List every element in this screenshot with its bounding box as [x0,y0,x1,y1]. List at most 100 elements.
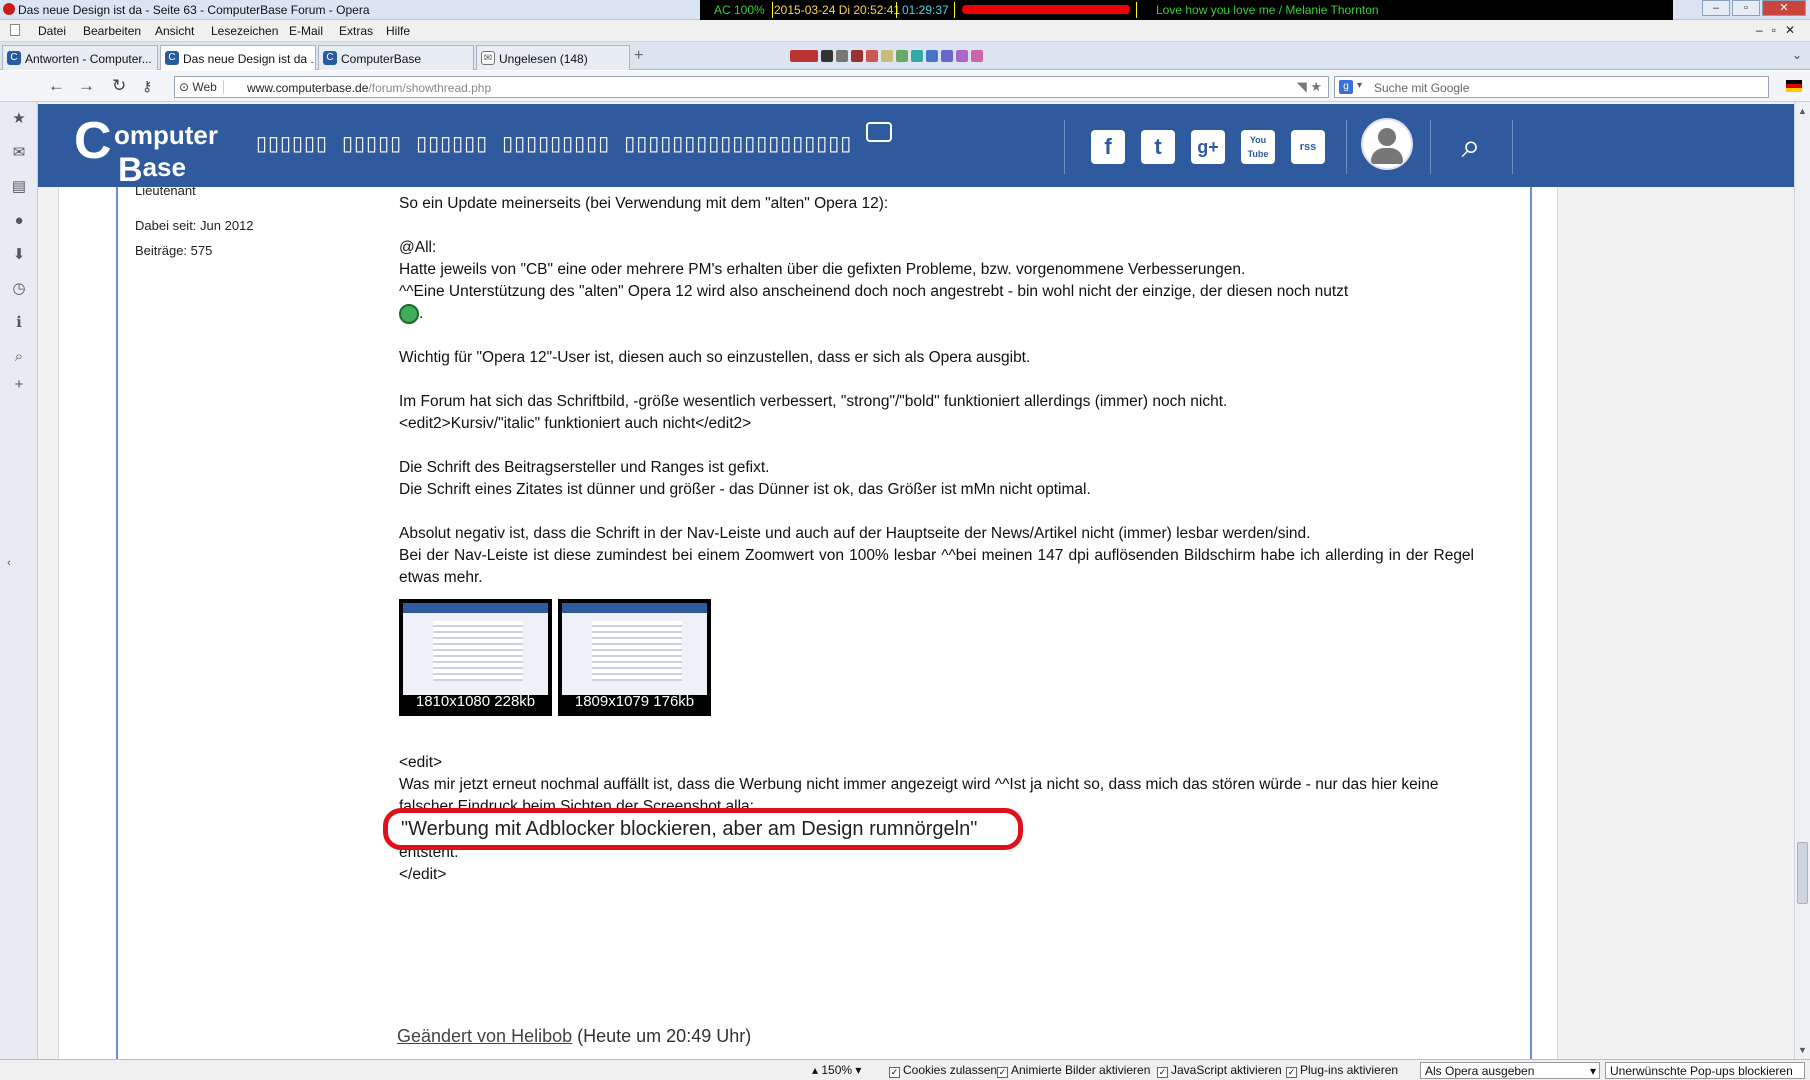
webpage-viewport: Lieutenant Dabei seit: Jun 2012 Beiträge… [38,102,1794,1059]
menu-extras[interactable]: Extras [339,24,373,38]
menu-lesezeichen[interactable]: Lesezeichen [211,24,278,38]
back-arrow-icon[interactable]: ← [48,76,65,96]
nav-item-2[interactable]: ▯▯▯▯▯ [342,131,402,156]
menu-hilfe[interactable]: Hilfe [386,24,410,38]
browser-status-bar: ▴ 150% ▾ ✓ Cookies zulassen ✓ Animierte Bi… [0,1059,1810,1080]
mail-panel-icon[interactable]: ✉ [10,144,28,162]
screenshot-preview [562,603,707,695]
window-controls: – ▫ ✕ [1702,0,1806,18]
user-avatar[interactable] [1361,118,1413,170]
web-badge[interactable]: ⊙ Web [179,80,224,94]
checkbox[interactable]: ✓ [1157,1067,1168,1078]
site-header: C omputer Base ▯▯▯▯▯▯ ▯▯▯▯▯ ▯▯▯▯▯▯ ▯▯▯▯▯… [38,104,1794,189]
plugins-toggle[interactable]: ✓ Plug-ins aktivieren [1286,1063,1398,1078]
add-panel-icon[interactable]: + [10,376,28,394]
user-joined: Dabei seit: Jun 2012 [135,218,254,233]
menu-bearbeiten[interactable]: Bearbeiten [83,24,141,38]
post-paragraph-1: @All: Hatte jeweils von "CB" eine oder m… [399,239,1349,324]
opera-logo-icon [3,3,15,15]
youtube-icon[interactable]: You Tube [1241,130,1275,164]
close-window-button[interactable]: ✕ [1762,0,1806,16]
chat-bubble-icon[interactable] [866,122,892,142]
zoom-control[interactable]: ▴ 150% ▾ [812,1063,861,1077]
checkbox[interactable]: ✓ [1286,1067,1297,1078]
edited-by-link[interactable]: Geändert von Helibob [397,1026,572,1046]
popup-block-select[interactable]: Unerwünschte Pop-ups blockieren [1605,1062,1805,1079]
rss-star-icons[interactable]: ◥ ★ [1297,79,1322,95]
contacts-icon[interactable]: ● [10,212,28,230]
post-paragraph-3: Im Forum hat sich das Schriftbild, -größ… [399,393,1228,432]
scrollbar-thumb[interactable] [1797,842,1808,904]
tab-label: Ungelesen (148) [499,52,588,66]
info-icon[interactable]: ℹ [10,314,28,332]
tab-computerbase[interactable]: C ComputerBase [318,45,474,70]
main-navigation: ▯▯▯▯▯▯ ▯▯▯▯▯ ▯▯▯▯▯▯ ▯▯▯▯▯▯▯▯▯ ▯▯▯▯▯▯▯▯▯▯… [256,131,852,156]
menu-email[interactable]: E-Mail [289,24,323,38]
color-swatches [790,50,983,62]
post-body: So ein Update meinerseits (bei Verwendun… [383,193,1474,886]
mail-icon: ✉ [481,51,495,65]
music-status: Love how you love me / Melanie Thornton [1156,3,1379,17]
tab-label: Das neue Design ist da ... [183,52,316,66]
history-clock-icon[interactable]: ◷ [10,280,28,298]
maximize-button[interactable]: ▫ [1732,0,1760,16]
post-edit-block: <edit> Was mir jetzt erneut nochmal auff… [383,752,1474,886]
post-paragraph-2: Wichtig für "Opera 12"-User ist, diesen … [399,349,1031,366]
tab-antworten[interactable]: C Antworten - Computer... [2,45,158,70]
post-paragraph-5: Absolut negativ ist, dass die Schrift in… [399,525,1474,586]
scroll-up-arrow-icon[interactable]: ▲ [1798,106,1807,116]
reload-icon[interactable]: ↻ [112,76,126,96]
bookmarks-star-icon[interactable]: ★ [10,110,28,128]
search-panel-icon[interactable]: ⌕ [10,348,28,366]
site-search-icon[interactable]: ⌕ [1451,126,1491,166]
post-paragraph-4: Die Schrift des Beitragsersteller und Ra… [399,459,1091,498]
minimize-button[interactable]: – [1702,0,1730,16]
post-intro: So ein Update meinerseits (bei Verwendun… [399,195,889,212]
page-menu-icon[interactable] [10,24,20,36]
nav-item-1[interactable]: ▯▯▯▯▯▯ [256,131,328,156]
facebook-icon[interactable]: f [1091,130,1125,164]
notes-icon[interactable]: ▤ [10,178,28,196]
cookies-toggle[interactable]: ✓ Cookies zulassen [889,1063,997,1078]
rss-icon[interactable]: rss [1291,130,1325,164]
tab-das-neue-design[interactable]: C Das neue Design ist da ... [160,45,316,70]
nav-item-3[interactable]: ▯▯▯▯▯▯ [416,131,488,156]
nav-item-4[interactable]: ▯▯▯▯▯▯▯▯▯ [502,131,610,156]
google-icon[interactable]: g [1339,80,1353,94]
german-flag-icon[interactable] [1786,80,1802,92]
search-field[interactable]: g ▾ Suche mit Google [1334,76,1769,98]
user-posts: Beiträge: 575 [135,243,213,258]
tab-list-chevron-icon[interactable]: ⌄ [1792,48,1802,62]
attachment-thumb-2[interactable]: 1809x1079 176kb [558,599,711,716]
system-status-strip: AC 100% 2015-03-24 Di 20:52:41 01:29:37 … [700,0,1673,20]
tab-bar: C Antworten - Computer... C Das neue Des… [0,42,1810,70]
downloads-icon[interactable]: ⬇ [10,246,28,264]
attachment-thumb-1[interactable]: 1810x1080 228kb [399,599,552,716]
dropdown-arrow-icon: ▾ [1589,1064,1596,1078]
computerbase-favicon-icon: C [323,51,337,65]
checkbox[interactable]: ✓ [997,1067,1008,1078]
computerbase-favicon-icon: C [7,51,21,65]
new-tab-button[interactable]: + [634,47,643,65]
forward-arrow-icon[interactable]: → [78,76,95,96]
highlighted-quote: "Werbung mit Adblocker blockieren, aber … [383,808,1023,850]
nav-item-5[interactable]: ▯▯▯▯▯▯▯▯▯▯▯▯▯▯▯▯▯▯▯ [624,131,852,156]
url-text[interactable]: www.computerbase.de/forum/showthread.php [247,81,491,95]
key-icon[interactable]: ⚷ [142,78,152,95]
vertical-scrollbar[interactable]: ▲ ▼ [1794,102,1810,1059]
tab-label: Antworten - Computer... [25,52,152,66]
javascript-toggle[interactable]: ✓ JavaScript aktivieren [1157,1063,1282,1078]
inner-window-controls[interactable]: –▫✕ [1756,23,1804,37]
scroll-down-arrow-icon[interactable]: ▼ [1798,1045,1807,1055]
animated-images-toggle[interactable]: ✓ Animierte Bilder aktivieren [997,1063,1150,1078]
collapse-panel-arrow-icon[interactable]: ‹ [0,554,18,572]
menu-datei[interactable]: Datei [38,24,66,38]
twitter-icon[interactable]: t [1141,130,1175,164]
checkbox[interactable]: ✓ [889,1067,900,1078]
search-engine-dropdown-icon[interactable]: ▾ [1357,80,1362,91]
google-plus-icon[interactable]: g+ [1191,130,1225,164]
identify-as-select[interactable]: Als Opera ausgeben ▾ [1420,1062,1600,1079]
menu-ansicht[interactable]: Ansicht [155,24,194,38]
tab-ungelesen[interactable]: ✉ Ungelesen (148) [476,45,630,70]
url-field[interactable]: ⊙ Web www.computerbase.de/forum/showthre… [174,76,1329,98]
